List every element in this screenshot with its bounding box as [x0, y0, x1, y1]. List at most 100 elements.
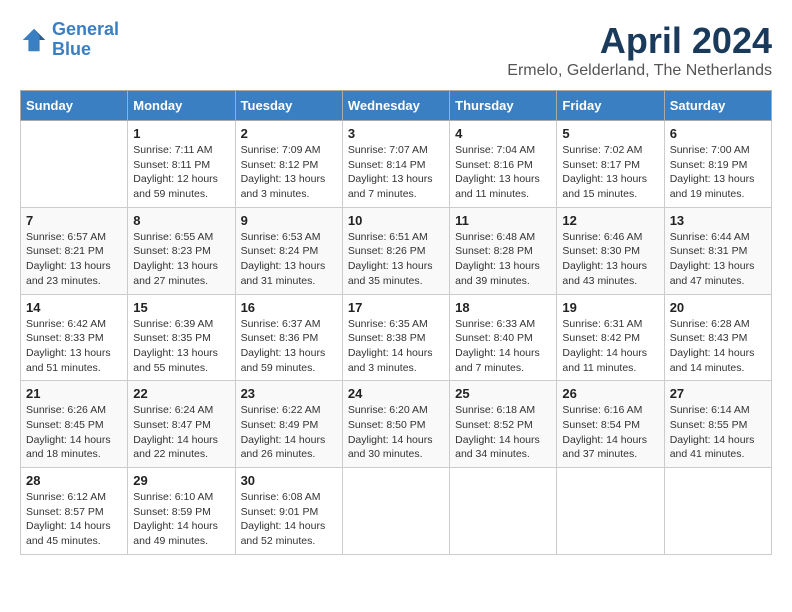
day-info: Sunrise: 7:07 AMSunset: 8:14 PMDaylight:…: [348, 143, 444, 202]
day-number: 15: [133, 300, 229, 315]
day-info: Sunrise: 6:12 AMSunset: 8:57 PMDaylight:…: [26, 490, 122, 549]
calendar-cell: 19Sunrise: 6:31 AMSunset: 8:42 PMDayligh…: [557, 294, 664, 381]
day-info: Sunrise: 7:00 AMSunset: 8:19 PMDaylight:…: [670, 143, 766, 202]
day-number: 2: [241, 126, 337, 141]
header-day-wednesday: Wednesday: [342, 91, 449, 121]
day-info: Sunrise: 6:16 AMSunset: 8:54 PMDaylight:…: [562, 403, 658, 462]
calendar-cell: 9 Sunrise: 6:53 AMSunset: 8:24 PMDaylight…: [235, 207, 342, 294]
day-info: Sunrise: 7:11 AMSunset: 8:11 PMDaylight:…: [133, 143, 229, 202]
day-info: Sunrise: 6:24 AMSunset: 8:47 PMDaylight:…: [133, 403, 229, 462]
calendar-cell: 21 Sunrise: 6:26 AMSunset: 8:45 PMDayligh…: [21, 381, 128, 468]
day-number: 24: [348, 386, 444, 401]
logo-text-line2: Blue: [52, 40, 119, 60]
day-number: 9: [241, 213, 337, 228]
header-day-sunday: Sunday: [21, 91, 128, 121]
day-number: 10: [348, 213, 444, 228]
day-number: 27: [670, 386, 766, 401]
header-day-saturday: Saturday: [664, 91, 771, 121]
day-number: 29: [133, 473, 229, 488]
calendar-cell: 4 Sunrise: 7:04 AMSunset: 8:16 PMDaylight…: [450, 121, 557, 208]
day-number: 26: [562, 386, 658, 401]
day-info: Sunrise: 6:55 AMSunset: 8:23 PMDaylight:…: [133, 230, 229, 289]
day-info: Sunrise: 6:51 AMSunset: 8:26 PMDaylight:…: [348, 230, 444, 289]
calendar-body: 1 Sunrise: 7:11 AMSunset: 8:11 PMDaylight…: [21, 121, 772, 555]
calendar-cell: 14 Sunrise: 6:42 AMSunset: 8:33 PMDayligh…: [21, 294, 128, 381]
day-info: Sunrise: 6:14 AMSunset: 8:55 PMDaylight:…: [670, 403, 766, 462]
day-info: Sunrise: 6:39 AMSunset: 8:35 PMDaylight:…: [133, 317, 229, 376]
day-number: 16: [241, 300, 337, 315]
calendar-cell: 13 Sunrise: 6:44 AMSunset: 8:31 PMDayligh…: [664, 207, 771, 294]
day-info: Sunrise: 6:46 AMSunset: 8:30 PMDaylight:…: [562, 230, 658, 289]
day-number: 7: [26, 213, 122, 228]
header-day-monday: Monday: [128, 91, 235, 121]
calendar-cell: 11Sunrise: 6:48 AMSunset: 8:28 PMDayligh…: [450, 207, 557, 294]
calendar-cell: [557, 468, 664, 555]
calendar-cell: 3 Sunrise: 7:07 AMSunset: 8:14 PMDaylight…: [342, 121, 449, 208]
day-number: 4: [455, 126, 551, 141]
day-info: Sunrise: 6:18 AMSunset: 8:52 PMDaylight:…: [455, 403, 551, 462]
day-number: 23: [241, 386, 337, 401]
week-row-1: 1 Sunrise: 7:11 AMSunset: 8:11 PMDaylight…: [21, 121, 772, 208]
day-info: Sunrise: 6:33 AMSunset: 8:40 PMDaylight:…: [455, 317, 551, 376]
calendar-cell: 22 Sunrise: 6:24 AMSunset: 8:47 PMDayligh…: [128, 381, 235, 468]
day-number: 22: [133, 386, 229, 401]
calendar-cell: 25Sunrise: 6:18 AMSunset: 8:52 PMDayligh…: [450, 381, 557, 468]
calendar-cell: 8 Sunrise: 6:55 AMSunset: 8:23 PMDaylight…: [128, 207, 235, 294]
day-number: 1: [133, 126, 229, 141]
day-info: Sunrise: 6:10 AMSunset: 8:59 PMDaylight:…: [133, 490, 229, 549]
calendar-cell: 20 Sunrise: 6:28 AMSunset: 8:43 PMDayligh…: [664, 294, 771, 381]
calendar-cell: 18 Sunrise: 6:33 AMSunset: 8:40 PMDayligh…: [450, 294, 557, 381]
day-info: Sunrise: 7:04 AMSunset: 8:16 PMDaylight:…: [455, 143, 551, 202]
calendar-cell: [664, 468, 771, 555]
day-info: Sunrise: 7:02 AMSunset: 8:17 PMDaylight:…: [562, 143, 658, 202]
day-info: Sunrise: 6:53 AMSunset: 8:24 PMDaylight:…: [241, 230, 337, 289]
calendar-cell: [21, 121, 128, 208]
day-number: 21: [26, 386, 122, 401]
day-info: Sunrise: 6:26 AMSunset: 8:45 PMDaylight:…: [26, 403, 122, 462]
header-day-thursday: Thursday: [450, 91, 557, 121]
calendar-cell: 12Sunrise: 6:46 AMSunset: 8:30 PMDayligh…: [557, 207, 664, 294]
day-number: 30: [241, 473, 337, 488]
day-number: 20: [670, 300, 766, 315]
day-number: 8: [133, 213, 229, 228]
calendar-cell: 1 Sunrise: 7:11 AMSunset: 8:11 PMDaylight…: [128, 121, 235, 208]
calendar-cell: [342, 468, 449, 555]
day-info: Sunrise: 6:57 AMSunset: 8:21 PMDaylight:…: [26, 230, 122, 289]
day-info: Sunrise: 6:20 AMSunset: 8:50 PMDaylight:…: [348, 403, 444, 462]
week-row-2: 7 Sunrise: 6:57 AMSunset: 8:21 PMDaylight…: [21, 207, 772, 294]
day-info: Sunrise: 6:08 AMSunset: 9:01 PMDaylight:…: [241, 490, 337, 549]
day-number: 28: [26, 473, 122, 488]
day-info: Sunrise: 6:35 AMSunset: 8:38 PMDaylight:…: [348, 317, 444, 376]
calendar-cell: 28 Sunrise: 6:12 AMSunset: 8:57 PMDayligh…: [21, 468, 128, 555]
day-info: Sunrise: 6:48 AMSunset: 8:28 PMDaylight:…: [455, 230, 551, 289]
header-day-friday: Friday: [557, 91, 664, 121]
day-number: 13: [670, 213, 766, 228]
day-info: Sunrise: 7:09 AMSunset: 8:12 PMDaylight:…: [241, 143, 337, 202]
day-number: 14: [26, 300, 122, 315]
calendar-cell: 29 Sunrise: 6:10 AMSunset: 8:59 PMDayligh…: [128, 468, 235, 555]
title-area: April 2024 Ermelo, Gelderland, The Nethe…: [507, 20, 772, 80]
calendar-cell: 7 Sunrise: 6:57 AMSunset: 8:21 PMDaylight…: [21, 207, 128, 294]
calendar-cell: 24 Sunrise: 6:20 AMSunset: 8:50 PMDayligh…: [342, 381, 449, 468]
header-day-tuesday: Tuesday: [235, 91, 342, 121]
day-number: 3: [348, 126, 444, 141]
calendar-cell: [450, 468, 557, 555]
day-number: 19: [562, 300, 658, 315]
day-number: 6: [670, 126, 766, 141]
calendar-cell: 16 Sunrise: 6:37 AMSunset: 8:36 PMDayligh…: [235, 294, 342, 381]
day-info: Sunrise: 6:28 AMSunset: 8:43 PMDaylight:…: [670, 317, 766, 376]
day-number: 17: [348, 300, 444, 315]
calendar-cell: 2 Sunrise: 7:09 AMSunset: 8:12 PMDaylight…: [235, 121, 342, 208]
week-row-3: 14 Sunrise: 6:42 AMSunset: 8:33 PMDayligh…: [21, 294, 772, 381]
calendar-cell: 23Sunrise: 6:22 AMSunset: 8:49 PMDayligh…: [235, 381, 342, 468]
calendar-table: SundayMondayTuesdayWednesdayThursdayFrid…: [20, 90, 772, 555]
day-number: 18: [455, 300, 551, 315]
day-info: Sunrise: 6:44 AMSunset: 8:31 PMDaylight:…: [670, 230, 766, 289]
logo-icon: [20, 26, 48, 54]
day-info: Sunrise: 6:42 AMSunset: 8:33 PMDaylight:…: [26, 317, 122, 376]
calendar-cell: 15 Sunrise: 6:39 AMSunset: 8:35 PMDayligh…: [128, 294, 235, 381]
day-info: Sunrise: 6:37 AMSunset: 8:36 PMDaylight:…: [241, 317, 337, 376]
header: General Blue April 2024 Ermelo, Gelderla…: [20, 20, 772, 80]
logo-text-line1: General: [52, 20, 119, 40]
calendar-cell: 26 Sunrise: 6:16 AMSunset: 8:54 PMDayligh…: [557, 381, 664, 468]
